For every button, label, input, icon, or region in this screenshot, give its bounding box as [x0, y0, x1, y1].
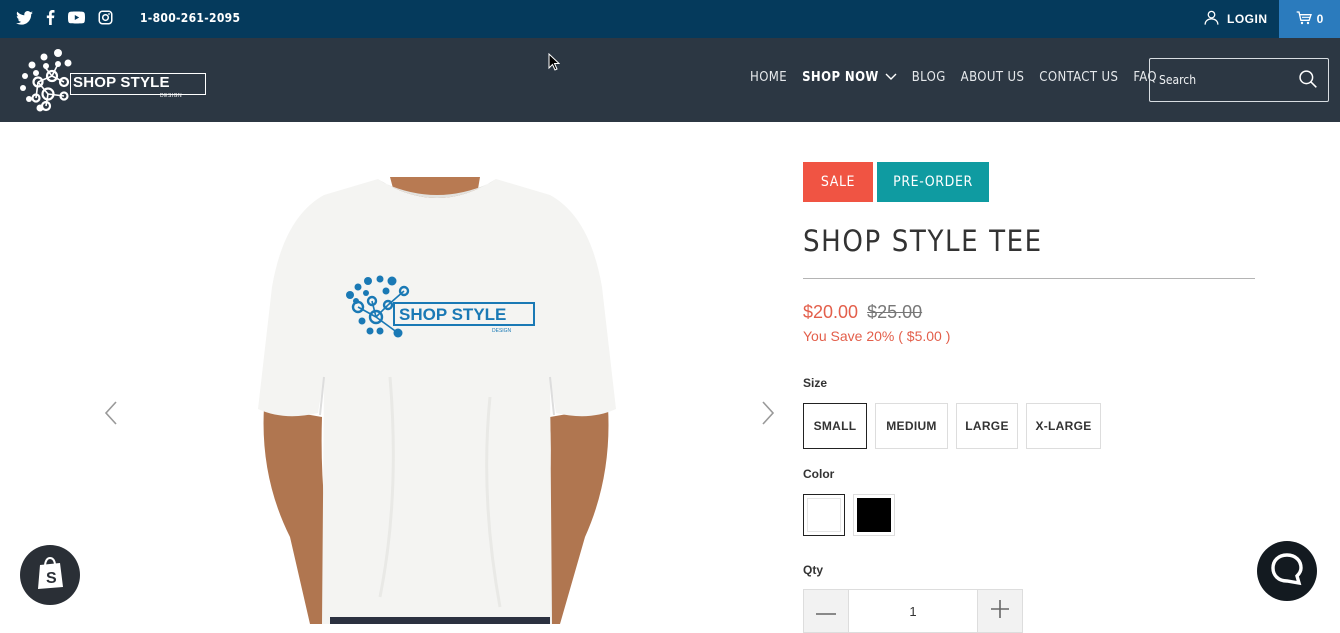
color-swatch-black[interactable] — [853, 494, 895, 536]
compare-price: $25.00 — [867, 302, 923, 322]
nav-about-us[interactable]: ABOUT US — [961, 70, 1025, 85]
savings-text: You Save 20% ( $5.00 ) — [803, 328, 951, 344]
nav-home[interactable]: HOME — [750, 70, 787, 85]
main-nav: HOME SHOP NOW BLOG ABOUT US CONTACT US F… — [750, 70, 1157, 85]
chat-bubble-icon — [1270, 552, 1304, 591]
white-swatch — [807, 498, 841, 532]
facebook-icon[interactable] — [46, 10, 55, 25]
sale-badge: SALE — [803, 162, 873, 202]
size-option-medium[interactable]: MEDIUM — [875, 403, 948, 449]
product-image: SHOP STYLE DESIGN — [258, 177, 616, 624]
svg-text:S: S — [46, 570, 57, 587]
chat-button[interactable] — [1257, 541, 1317, 601]
top-bar: 1-800-261-2095 LOGIN 0 — [0, 0, 1340, 38]
user-icon — [1203, 9, 1220, 29]
shopify-bag-icon: S — [35, 556, 65, 595]
login-link[interactable]: LOGIN — [1203, 9, 1268, 29]
product-gallery: SHOP STYLE DESIGN — [0, 122, 790, 624]
decrease-qty-button[interactable] — [804, 590, 848, 632]
size-option-x-large[interactable]: X-LARGE — [1026, 403, 1101, 449]
shirt-logo-text: SHOP STYLE — [399, 305, 506, 324]
site-logo[interactable]: SHOP STYLE DESIGN — [18, 46, 210, 114]
size-option-small[interactable]: SMALL — [803, 403, 867, 449]
twitter-icon[interactable] — [16, 10, 33, 25]
quantity-stepper: 1 — [803, 589, 1023, 633]
cart-button[interactable]: 0 — [1279, 0, 1340, 38]
nav-blog[interactable]: BLOG — [912, 70, 946, 85]
login-label: LOGIN — [1227, 12, 1268, 26]
chevron-down-icon — [885, 70, 897, 85]
next-arrow-icon[interactable] — [760, 400, 776, 431]
minus-icon — [816, 602, 836, 620]
cart-icon — [1296, 10, 1312, 28]
nav-shop-now-label: SHOP NOW — [802, 70, 879, 85]
price-block: $20.00 $25.00 — [803, 302, 922, 323]
preorder-badge: PRE-ORDER — [877, 162, 989, 202]
instagram-icon[interactable] — [98, 10, 113, 25]
color-swatch-white[interactable] — [803, 494, 845, 536]
shirt-logo-subtext: DESIGN — [492, 328, 512, 334]
phone-link[interactable]: 1-800-261-2095 — [140, 11, 240, 25]
shopify-badge[interactable]: S — [20, 545, 80, 605]
product-title: SHOP STYLE TEE — [803, 224, 1043, 258]
color-label: Color — [803, 467, 835, 481]
size-options: SMALL MEDIUM LARGE X-LARGE — [803, 403, 1101, 449]
mouse-cursor-icon — [548, 52, 561, 76]
title-divider — [803, 278, 1255, 279]
black-swatch — [857, 498, 891, 532]
cart-count: 0 — [1316, 12, 1324, 26]
product-badges: SALE PRE-ORDER — [803, 162, 989, 202]
size-label: Size — [803, 376, 828, 390]
youtube-icon[interactable] — [68, 11, 85, 24]
main-header: SHOP STYLE DESIGN HOME SHOP NOW BLOG ABO… — [0, 38, 1340, 122]
size-option-large[interactable]: LARGE — [956, 403, 1018, 449]
search-box — [1149, 58, 1329, 102]
prev-arrow-icon[interactable] — [103, 400, 119, 431]
nav-shop-now[interactable]: SHOP NOW — [802, 70, 897, 85]
social-links — [16, 10, 113, 25]
search-input[interactable] — [1150, 59, 1290, 101]
search-icon[interactable] — [1298, 69, 1318, 94]
nav-contact-us[interactable]: CONTACT US — [1039, 70, 1118, 85]
logo-wordmark: SHOP STYLE — [70, 73, 206, 95]
color-options — [803, 494, 895, 536]
quantity-input[interactable]: 1 — [848, 590, 978, 632]
qty-label: Qty — [803, 563, 824, 577]
current-price: $20.00 — [803, 302, 859, 322]
logo-subtext: DESIGN — [160, 93, 183, 99]
increase-qty-button[interactable] — [978, 590, 1022, 632]
plus-icon — [991, 599, 1009, 623]
